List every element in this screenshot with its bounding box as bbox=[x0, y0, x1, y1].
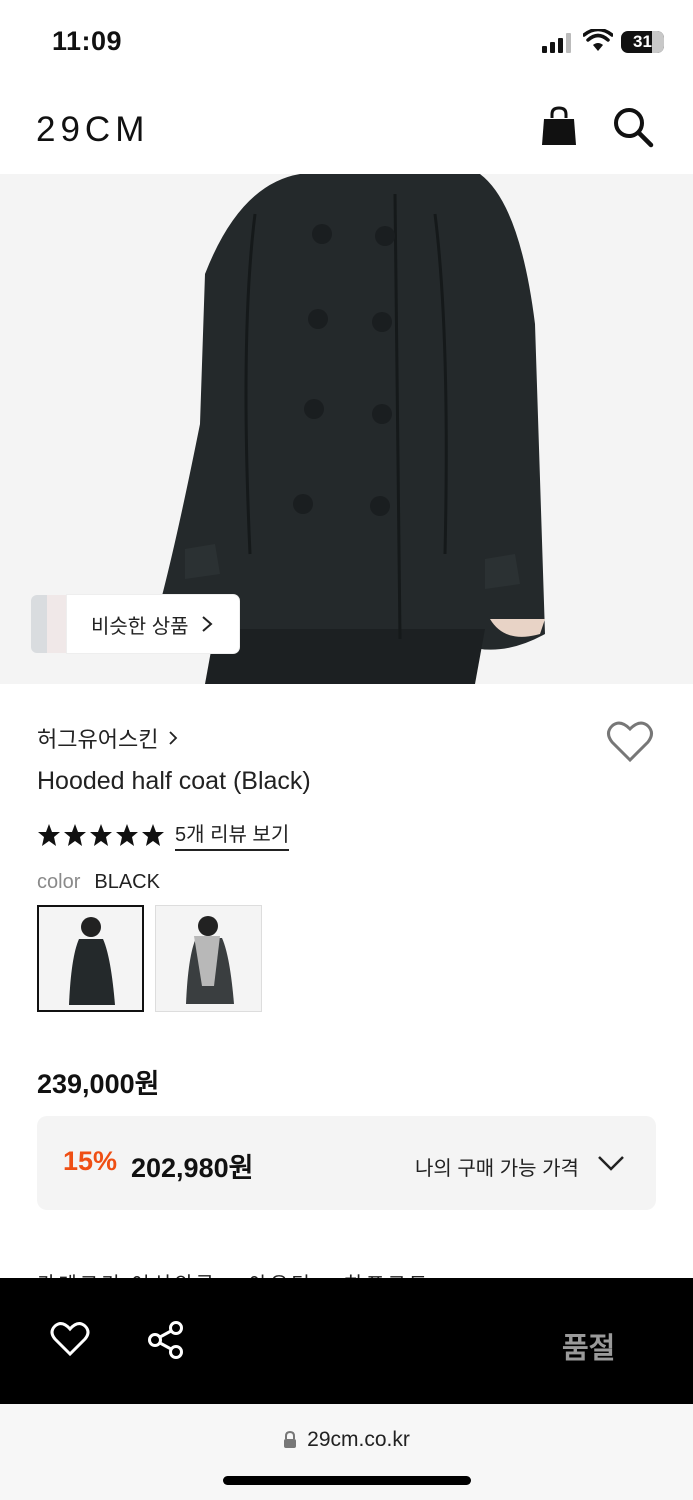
battery-level: 31 bbox=[633, 32, 652, 51]
rating-stars bbox=[37, 823, 165, 847]
battery-icon: 31 bbox=[621, 31, 664, 53]
discount-percent: 15% bbox=[63, 1146, 118, 1176]
star-icon bbox=[38, 823, 60, 846]
status-time: 11:09 bbox=[52, 26, 123, 56]
wifi-icon bbox=[583, 29, 613, 51]
bottom-action-bar: 품절 bbox=[0, 1278, 693, 1404]
bag-icon[interactable] bbox=[541, 106, 577, 146]
app-header: 29CM bbox=[0, 86, 693, 174]
star-icon bbox=[64, 823, 86, 846]
product-name: Hooded half coat (Black) bbox=[37, 767, 311, 795]
brand-link[interactable]: 허그유어스킨 bbox=[37, 722, 178, 754]
swatch-image bbox=[39, 907, 142, 1010]
home-indicator[interactable] bbox=[223, 1476, 471, 1485]
heart-icon[interactable] bbox=[606, 720, 654, 764]
similar-thumbnail bbox=[31, 595, 67, 653]
my-price-panel[interactable]: 15% 202,980원 나의 구매 가능 가격 bbox=[37, 1116, 656, 1210]
star-icon bbox=[116, 823, 138, 846]
swatch-image bbox=[156, 906, 261, 1011]
color-swatch-option[interactable] bbox=[155, 905, 262, 1012]
color-swatch-black-selected[interactable] bbox=[37, 905, 144, 1012]
status-bar: 11:09 31 bbox=[0, 0, 693, 86]
color-value: BLACK bbox=[94, 871, 160, 893]
chevron-right-icon bbox=[201, 616, 213, 632]
url-text[interactable]: 29cm.co.kr bbox=[307, 1428, 410, 1452]
my-price-label: 나의 구매 가능 가격 bbox=[415, 1158, 579, 1180]
share-icon[interactable] bbox=[146, 1320, 186, 1360]
similar-products-button[interactable]: 비슷한 상품 bbox=[67, 595, 239, 653]
cellular-signal-icon bbox=[542, 33, 574, 53]
category-text: 카테고리 여성의류 > 아우터 > 하프코트 bbox=[37, 1268, 477, 1278]
search-icon[interactable] bbox=[612, 106, 654, 148]
sold-out-button[interactable]: 품절 bbox=[562, 1325, 615, 1367]
brand-name: 허그유어스킨 bbox=[37, 727, 159, 752]
chevron-right-icon bbox=[169, 731, 178, 745]
logo[interactable]: 29CM bbox=[36, 110, 149, 150]
similar-products-label: 비슷한 상품 bbox=[91, 615, 189, 638]
color-row: color BLACK bbox=[37, 871, 160, 894]
browser-url-bar: 29cm.co.kr bbox=[0, 1404, 693, 1500]
heart-icon[interactable] bbox=[50, 1321, 90, 1357]
lock-icon bbox=[284, 1431, 297, 1448]
star-icon bbox=[142, 823, 164, 846]
color-label: color bbox=[37, 871, 81, 893]
review-link[interactable]: 5개 리뷰 보기 bbox=[175, 818, 290, 851]
chevron-down-icon bbox=[598, 1156, 624, 1171]
rating-row: 5개 리뷰 보기 bbox=[37, 818, 290, 851]
category-breadcrumb: 카테고리 여성의류 > 아우터 > 하프코트 bbox=[37, 1264, 477, 1278]
star-icon bbox=[90, 823, 112, 846]
discount-price: 202,980원 bbox=[131, 1153, 254, 1183]
original-price: 239,000원 bbox=[37, 1069, 160, 1099]
similar-products-chip[interactable]: 비슷한 상품 bbox=[31, 595, 239, 653]
